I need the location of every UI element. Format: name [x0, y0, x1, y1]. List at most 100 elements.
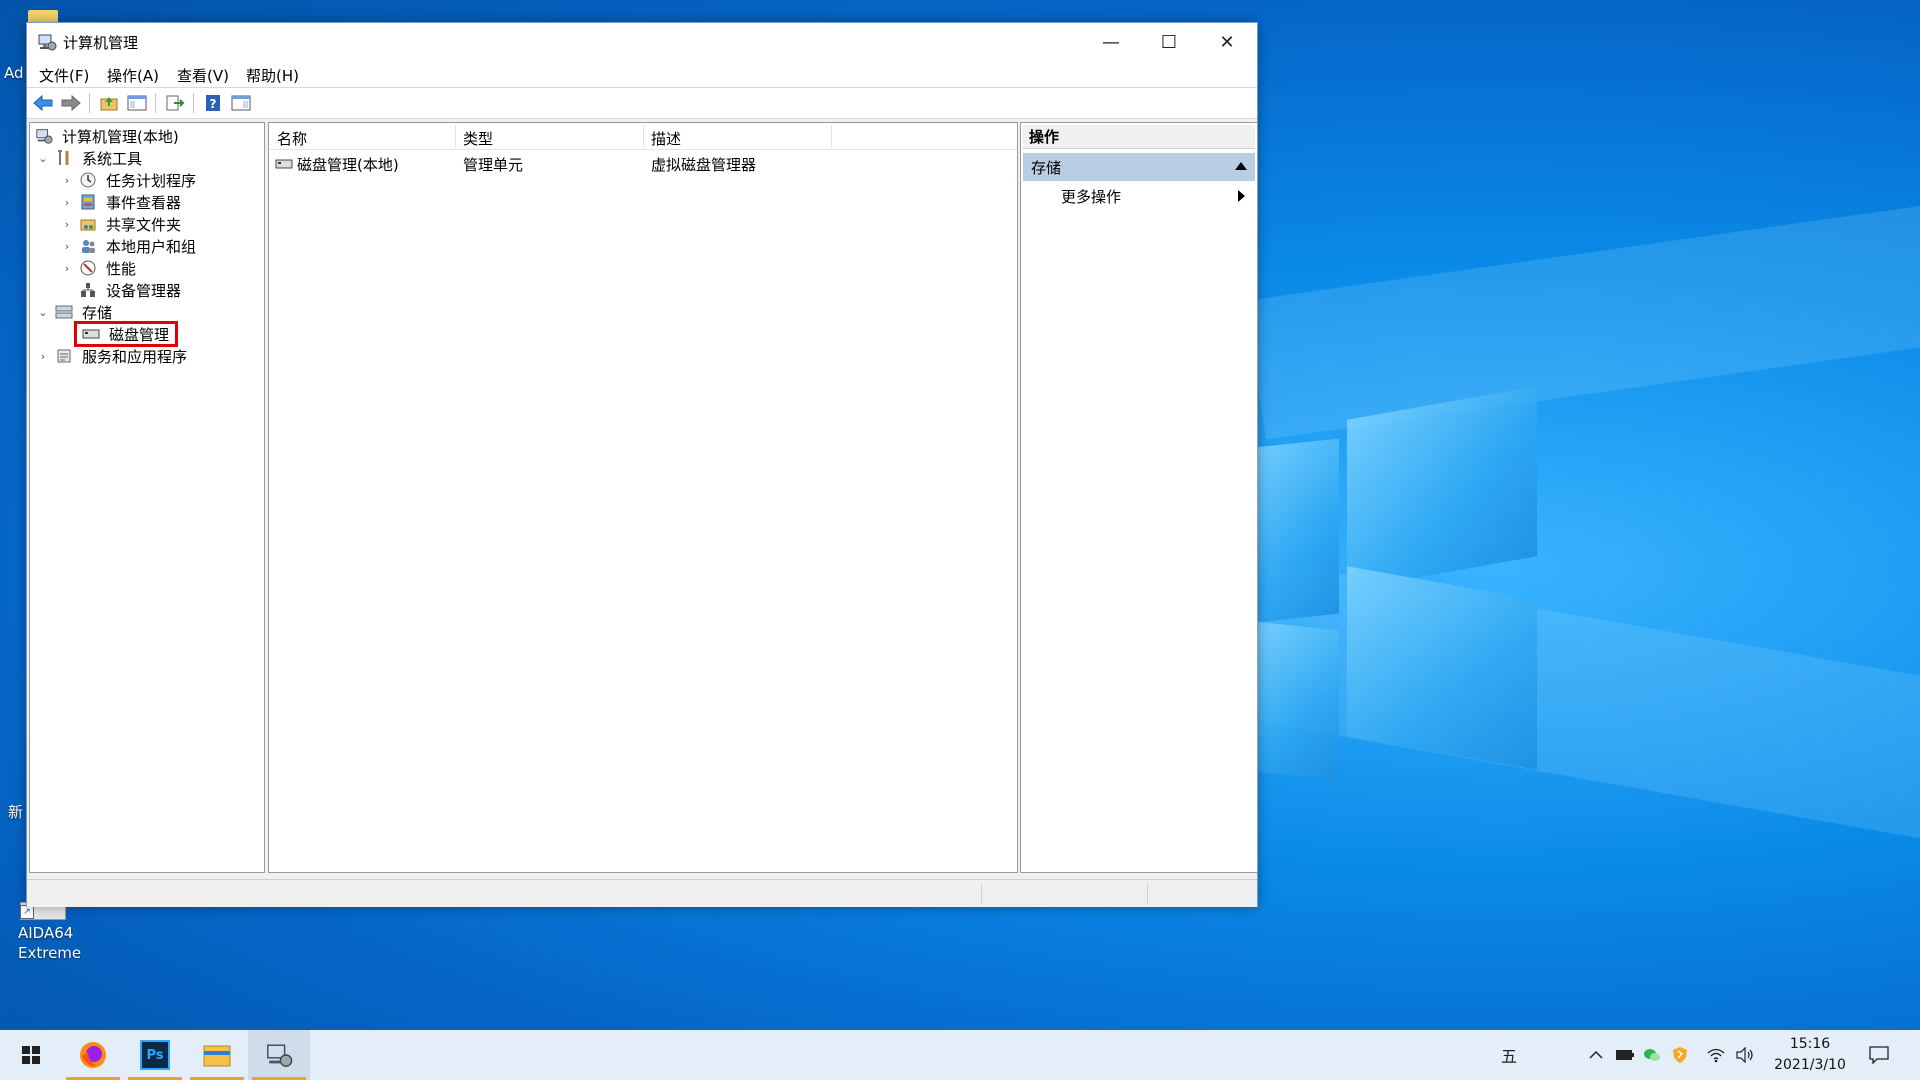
file-explorer-taskbar-button[interactable]: [186, 1030, 248, 1080]
actions-title: 操作: [1023, 125, 1255, 149]
tree-label-device-manager: 设备管理器: [106, 281, 182, 300]
expand-icon[interactable]: ›: [60, 262, 74, 275]
export-icon: [166, 95, 185, 111]
show-hide-action-pane-button[interactable]: [229, 92, 253, 114]
forward-button[interactable]: [59, 92, 83, 114]
computer-management-taskbar-button[interactable]: [248, 1030, 310, 1080]
table-row[interactable]: 磁盘管理(本地) 管理单元 虚拟磁盘管理器: [269, 153, 1017, 175]
expand-icon[interactable]: ›: [60, 218, 74, 231]
expand-icon[interactable]: ›: [60, 196, 74, 209]
collapse-icon[interactable]: ⌄: [36, 152, 50, 165]
collapse-triangle-icon[interactable]: [1235, 162, 1247, 170]
help-icon: ?: [206, 95, 220, 111]
menu-help[interactable]: 帮助(H): [246, 65, 299, 86]
action-pane-icon: [231, 95, 251, 111]
tree-label-shared-folders: 共享文件夹: [106, 215, 182, 234]
column-header-description[interactable]: 描述: [651, 128, 681, 149]
expand-icon[interactable]: ›: [60, 240, 74, 253]
tree-item-services-apps[interactable]: › 服务和应用程序: [36, 345, 189, 367]
menu-view[interactable]: 查看(V): [177, 65, 229, 86]
close-icon: ✕: [1219, 31, 1235, 53]
content-area: 计算机管理(本地) ⌄ 系统工具 › 任务计划程序 › 事件查看器 › 共享文件…: [27, 119, 1258, 879]
minimize-icon: —: [1102, 31, 1120, 53]
start-button[interactable]: [0, 1030, 62, 1080]
aida64-label-line2: Extreme: [18, 944, 82, 962]
tools-icon: [54, 148, 74, 168]
help-button[interactable]: ?: [201, 92, 225, 114]
folder-icon: [203, 1045, 231, 1067]
menu-file[interactable]: 文件(F): [39, 65, 89, 86]
more-actions-item[interactable]: 更多操作: [1023, 183, 1255, 209]
tree-item-local-users[interactable]: › 本地用户和组: [60, 235, 198, 257]
menu-bar: 文件(F) 操作(A) 查看(V) 帮助(H): [27, 61, 1257, 88]
column-divider[interactable]: [831, 125, 832, 147]
tree-item-device-manager[interactable]: 设备管理器: [60, 279, 183, 301]
column-header-name[interactable]: 名称: [277, 128, 307, 149]
ime-indicator[interactable]: 五: [1499, 1045, 1519, 1066]
photoshop-taskbar-button[interactable]: Ps: [124, 1030, 186, 1080]
wechat-icon[interactable]: [1642, 1045, 1662, 1065]
battery-icon[interactable]: [1615, 1045, 1635, 1065]
computer-management-icon: [34, 126, 54, 146]
toolbar: ?: [27, 88, 1257, 119]
actions-section-label: 存储: [1031, 158, 1062, 177]
menu-action[interactable]: 操作(A): [107, 65, 159, 86]
row-name: 磁盘管理(本地): [297, 155, 399, 174]
collapse-icon[interactable]: ⌄: [36, 306, 50, 319]
taskbar: Ps 五 15:16 2021/3/10: [0, 1030, 1920, 1080]
storage-icon: [54, 302, 74, 322]
clock-icon: [78, 170, 98, 190]
tree-item-storage[interactable]: ⌄ 存储: [36, 301, 114, 323]
export-list-button[interactable]: [163, 92, 187, 114]
more-actions-label: 更多操作: [1061, 187, 1122, 206]
clock-date: 2021/3/10: [1774, 1057, 1846, 1073]
tree-item-task-scheduler[interactable]: › 任务计划程序: [60, 169, 198, 191]
toolbar-separator: [155, 93, 156, 113]
expand-icon[interactable]: ›: [60, 174, 74, 187]
chevron-up-icon[interactable]: [1586, 1045, 1606, 1065]
tree-label-event-viewer: 事件查看器: [106, 193, 182, 212]
security-shield-icon[interactable]: [1670, 1045, 1690, 1065]
actions-pane: 操作 存储 更多操作: [1020, 122, 1258, 873]
desktop-folder-icon[interactable]: [28, 10, 58, 22]
clock-time: 15:16: [1789, 1036, 1831, 1052]
photoshop-icon: Ps: [140, 1040, 170, 1070]
notification-center-icon[interactable]: [1869, 1045, 1889, 1065]
volume-icon[interactable]: [1735, 1045, 1755, 1065]
back-button[interactable]: [31, 92, 55, 114]
tree-item-event-viewer[interactable]: › 事件查看器: [60, 191, 183, 213]
firefox-taskbar-button[interactable]: [62, 1030, 124, 1080]
actions-section-storage[interactable]: 存储: [1023, 153, 1255, 181]
minimize-button[interactable]: —: [1082, 23, 1140, 61]
column-header-type[interactable]: 类型: [463, 128, 493, 149]
windows-start-icon: [22, 1046, 40, 1064]
aida64-label-line1: AIDA64: [18, 924, 74, 942]
shared-folder-icon: [78, 214, 98, 234]
up-level-button[interactable]: [97, 92, 121, 114]
shortcut-arrow-icon: ↗: [20, 905, 34, 919]
tree-label-local-users: 本地用户和组: [106, 237, 197, 256]
column-divider[interactable]: [455, 125, 456, 147]
tree-item-disk-management[interactable]: 磁盘管理: [74, 321, 179, 347]
expand-icon[interactable]: ›: [36, 350, 50, 363]
title-bar[interactable]: 计算机管理 — ☐ ✕: [27, 23, 1257, 61]
tree-item-system-tools[interactable]: ⌄ 系统工具: [36, 147, 144, 169]
desktop-edge-text-mid: 新: [8, 803, 24, 821]
tree-item-shared-folders[interactable]: › 共享文件夹: [60, 213, 183, 235]
column-divider[interactable]: [643, 125, 644, 147]
wifi-icon[interactable]: [1706, 1045, 1726, 1065]
tree-item-performance[interactable]: › 性能: [60, 257, 138, 279]
aida64-desktop-icon[interactable]: ↗ AIDA64 Extreme: [18, 902, 98, 972]
windows-logo: [1255, 383, 1540, 781]
svg-text:?: ?: [210, 97, 217, 111]
maximize-button[interactable]: ☐: [1140, 23, 1198, 61]
tree-item-root[interactable]: 计算机管理(本地): [34, 125, 181, 147]
computer-management-window: 计算机管理 — ☐ ✕ 文件(F) 操作(A) 查看(V) 帮助(H) ? 计算…: [26, 22, 1258, 907]
clock[interactable]: 15:16 2021/3/10: [1755, 1034, 1865, 1076]
list-header: 名称 类型 描述: [269, 123, 1017, 150]
show-hide-tree-button[interactable]: [125, 92, 149, 114]
close-button[interactable]: ✕: [1198, 23, 1256, 61]
device-manager-icon: [78, 280, 98, 300]
tree-label-disk-management: 磁盘管理: [109, 325, 170, 344]
desktop-edge-text-top: Ad: [4, 64, 24, 82]
